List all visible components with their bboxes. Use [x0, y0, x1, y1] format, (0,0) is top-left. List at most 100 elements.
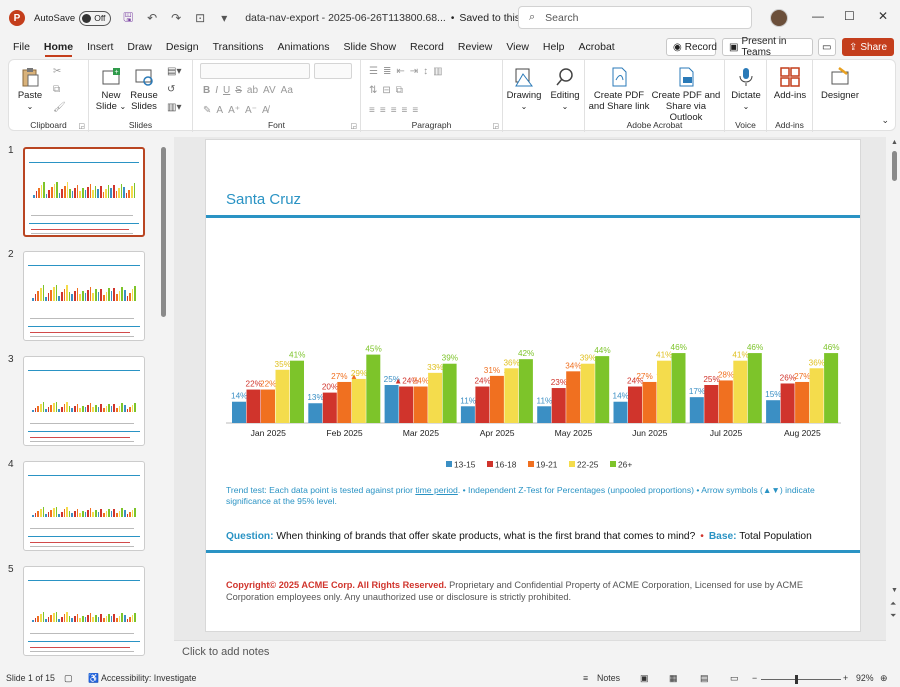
tab-record[interactable]: Record: [403, 36, 451, 58]
create-pdf-share-link-button[interactable]: Create PDF and Share link: [587, 66, 651, 112]
tab-design[interactable]: Design: [159, 36, 206, 58]
copy-icon[interactable]: ⧉: [53, 84, 60, 95]
autosave-toggle[interactable]: Off: [79, 10, 112, 26]
line-spacing-icon[interactable]: ↕: [423, 66, 428, 77]
close-icon[interactable]: ✕: [878, 9, 888, 23]
redo-icon[interactable]: ↷: [169, 11, 183, 25]
fit-slide-icon[interactable]: ⊕: [880, 673, 887, 684]
underline-icon[interactable]: U: [223, 85, 230, 96]
align-right-icon[interactable]: ≡: [391, 105, 397, 116]
text-direction-icon[interactable]: ⇅: [369, 85, 377, 96]
strikethrough-icon[interactable]: S: [235, 85, 242, 96]
tab-review[interactable]: Review: [451, 36, 499, 58]
format-painter-icon[interactable]: 🖌: [53, 102, 66, 113]
indent-increase-icon[interactable]: ⇥: [410, 66, 418, 77]
scroll-thumb[interactable]: [892, 151, 897, 181]
case-icon[interactable]: Aa: [281, 85, 293, 96]
slide-sorter-icon[interactable]: ▦: [669, 673, 677, 684]
comments-button[interactable]: ▭: [818, 38, 836, 56]
next-slide-icon[interactable]: ⏷: [890, 611, 896, 621]
bold-icon[interactable]: B: [203, 85, 210, 96]
present-in-teams-button[interactable]: ▣ Present in Teams: [722, 36, 813, 58]
tab-transitions[interactable]: Transitions: [206, 36, 271, 58]
section-icon[interactable]: ▥▾: [167, 102, 181, 113]
slide-thumbnail[interactable]: [23, 251, 145, 341]
dialog-launcher-icon[interactable]: ◲: [350, 122, 357, 130]
tab-file[interactable]: File: [6, 36, 37, 58]
search-box[interactable]: ⌕ Search: [518, 6, 752, 29]
dialog-launcher-icon[interactable]: ◲: [78, 122, 85, 130]
tab-slide-show[interactable]: Slide Show: [337, 36, 404, 58]
scroll-up-icon[interactable]: ▲: [891, 139, 898, 146]
tab-help[interactable]: Help: [536, 36, 572, 58]
bullets-icon[interactable]: ☰: [369, 66, 378, 77]
paste-button[interactable]: Paste ⌄: [13, 66, 47, 112]
record-button[interactable]: ◉ Record: [666, 38, 717, 56]
reading-view-icon[interactable]: ▤: [700, 673, 708, 684]
indent-decrease-icon[interactable]: ⇤: [396, 66, 404, 77]
italic-icon[interactable]: I: [215, 85, 218, 96]
tab-insert[interactable]: Insert: [80, 36, 120, 58]
previous-slide-icon[interactable]: ⏶: [890, 599, 896, 609]
zoom-slider-knob[interactable]: [795, 675, 798, 684]
slideshow-icon[interactable]: ▭: [730, 673, 738, 684]
customize-toolbar-icon[interactable]: ▾: [217, 11, 231, 25]
reuse-slides-button[interactable]: Reuse Slides: [129, 66, 159, 112]
accessibility-status[interactable]: Accessibility: Investigate: [101, 673, 196, 683]
normal-view-icon[interactable]: ▣: [640, 673, 648, 684]
increase-font-icon[interactable]: A⁺: [228, 105, 240, 116]
decrease-font-icon[interactable]: A⁻: [245, 105, 257, 116]
reset-icon[interactable]: ↺: [167, 84, 175, 95]
highlight-icon[interactable]: ✎: [203, 105, 211, 116]
smartart-icon[interactable]: ⧉: [396, 85, 403, 96]
zoom-level[interactable]: 92%: [856, 673, 874, 683]
slide-thumbnail[interactable]: [23, 566, 145, 656]
tab-home[interactable]: Home: [37, 36, 80, 58]
spellcheck-icon[interactable]: ▢: [64, 673, 72, 684]
align-center-icon[interactable]: ≡: [380, 105, 386, 116]
font-size-box[interactable]: [314, 63, 352, 79]
cut-icon[interactable]: ✂: [53, 66, 61, 77]
numbering-icon[interactable]: ≣: [383, 66, 391, 77]
zoom-out-icon[interactable]: −: [752, 673, 757, 683]
current-slide[interactable]: Santa Cruz 14% 22% 22% 35% 41% Jan 2025 13% 20%…: [205, 139, 861, 632]
zoom-in-icon[interactable]: +: [843, 673, 848, 683]
designer-button[interactable]: Designer: [817, 66, 863, 101]
new-slide-button[interactable]: + New Slide ⌄: [95, 66, 127, 112]
slide-thumbnail[interactable]: [23, 356, 145, 446]
maximize-icon[interactable]: ☐: [844, 9, 855, 23]
minimize-icon[interactable]: —: [812, 9, 824, 23]
columns-icon[interactable]: ▥: [433, 66, 442, 77]
avatar[interactable]: [770, 9, 788, 27]
slide-scrollbar[interactable]: ▲ ▼ ⏶ ⏷: [889, 137, 900, 640]
dictate-button[interactable]: Dictate ⌄: [727, 66, 765, 112]
font-color-icon[interactable]: A: [216, 105, 223, 116]
spacing-icon[interactable]: AV: [263, 85, 276, 96]
slide-thumbnail[interactable]: [23, 461, 145, 551]
accessibility-icon[interactable]: ♿: [88, 673, 99, 684]
editing-button[interactable]: Editing ⌄: [547, 66, 583, 112]
share-via-outlook-button[interactable]: Create PDF and Share via Outlook: [651, 66, 721, 123]
zoom-slider[interactable]: [761, 679, 841, 680]
undo-icon[interactable]: ↶: [145, 11, 159, 25]
dialog-launcher-icon[interactable]: ◲: [492, 122, 499, 130]
justify-icon[interactable]: ≡: [402, 105, 408, 116]
notes-pane[interactable]: Click to add notes: [174, 640, 886, 665]
collapse-ribbon-icon[interactable]: ⌄: [881, 115, 889, 126]
present-from-start-icon[interactable]: ⊡: [193, 11, 207, 25]
clear-format-icon[interactable]: A̸: [262, 105, 269, 116]
shadow-icon[interactable]: ab: [247, 85, 258, 96]
align-text-icon[interactable]: ⊟: [382, 85, 390, 96]
tab-view[interactable]: View: [499, 36, 536, 58]
distribute-icon[interactable]: ≡: [412, 105, 418, 116]
drawing-button[interactable]: Drawing ⌄: [505, 66, 543, 112]
font-name-box[interactable]: [200, 63, 310, 79]
share-button[interactable]: ⇪ Share: [842, 38, 894, 56]
layout-icon[interactable]: ▤▾: [167, 66, 181, 77]
scroll-down-icon[interactable]: ▼: [891, 587, 898, 594]
save-icon[interactable]: 🖫: [121, 8, 135, 29]
notes-icon[interactable]: ≡: [583, 673, 588, 683]
thumbnails-scrollbar[interactable]: [161, 147, 166, 317]
slide-thumbnail[interactable]: [23, 147, 145, 237]
tab-draw[interactable]: Draw: [120, 36, 159, 58]
